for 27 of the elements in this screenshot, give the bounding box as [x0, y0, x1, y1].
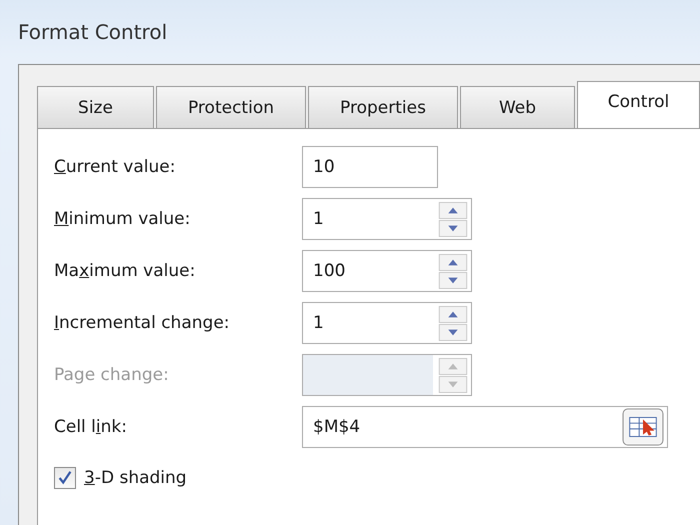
field-label: Maximum value: [54, 261, 196, 281]
field-label: Minimum value: [54, 209, 192, 229]
field-label: Incremental change: [54, 313, 231, 333]
spin-down-icon[interactable] [438, 220, 468, 236]
checkmark-icon [56, 469, 74, 487]
spin-up-icon[interactable] [438, 202, 468, 218]
cell-reference-icon[interactable] [621, 408, 665, 446]
spin-up-icon[interactable] [438, 254, 468, 270]
spinner-field[interactable]: 1 [302, 302, 472, 344]
tab[interactable]: Control [577, 81, 700, 128]
spinner-field[interactable]: 100 [302, 250, 472, 292]
tab[interactable]: Web [460, 86, 575, 128]
field-label: Current value: [54, 157, 176, 177]
window-title: Format Control [18, 20, 168, 44]
reference-field[interactable]: $M$4 [302, 406, 668, 448]
checkbox[interactable] [54, 467, 76, 489]
spin-down-icon[interactable] [438, 272, 468, 288]
spin-down-icon[interactable] [438, 324, 468, 340]
checkbox-label: 3-D shading [84, 468, 187, 488]
tab[interactable]: Protection [156, 86, 306, 128]
tab[interactable]: Size [37, 86, 154, 128]
field-label: Cell link: [54, 417, 128, 437]
tab[interactable]: Properties [308, 86, 458, 128]
spin-up-icon[interactable] [438, 306, 468, 322]
input-field[interactable]: 10 [302, 146, 438, 188]
spinner-field[interactable]: 1 [302, 198, 472, 240]
field-label: Page change: [54, 365, 170, 385]
